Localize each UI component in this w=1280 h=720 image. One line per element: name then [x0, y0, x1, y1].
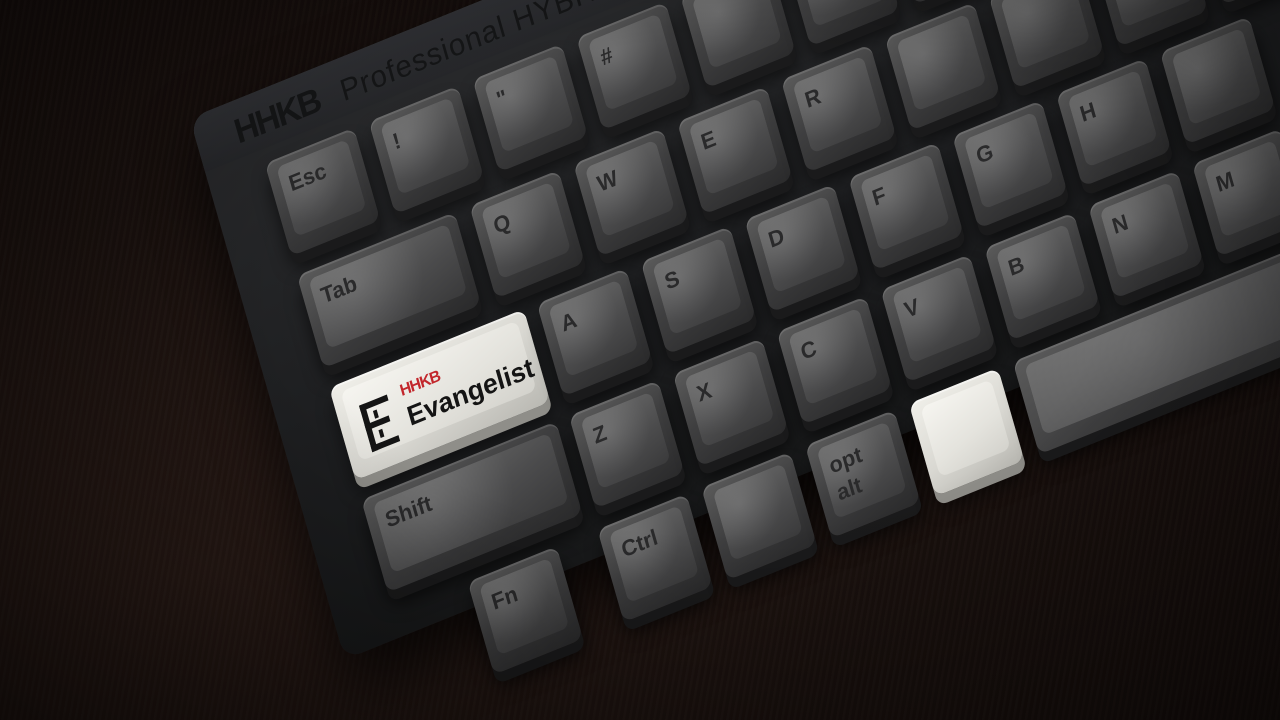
key-legend: Q — [490, 208, 514, 239]
key-legend: " — [493, 84, 511, 113]
key-legend: E — [698, 125, 719, 155]
key-legend: N — [1109, 208, 1131, 240]
keyboard: HHKB Professional HYBRID Esc ! " # Tab Q — [189, 0, 1280, 675]
key-legend: Esc — [285, 157, 330, 197]
key-legend: W — [594, 164, 621, 197]
key-legend: ! — [389, 127, 404, 155]
key-legend: V — [901, 293, 923, 323]
key-legend: Z — [589, 419, 610, 449]
key-legend: R — [801, 82, 824, 113]
key-legend: C — [797, 334, 820, 365]
key-legend-opt: opt — [826, 441, 865, 479]
key-legend: Fn — [488, 580, 521, 615]
key-legend: X — [693, 377, 715, 407]
evangelist-e-icon — [359, 394, 401, 453]
key-legend: H — [1077, 96, 1099, 127]
key-legend: Shift — [382, 490, 435, 533]
key-legend: D — [765, 222, 788, 253]
key-legend: S — [661, 265, 683, 295]
key-legend: M — [1213, 166, 1237, 198]
photo-scene: HHKB Professional HYBRID Esc ! " # Tab Q — [0, 0, 1280, 720]
key-legend: # — [597, 41, 616, 71]
key-legend: Tab — [317, 270, 360, 309]
key-legend: B — [1005, 250, 1028, 281]
key-legend: G — [973, 138, 997, 169]
key-legend: A — [557, 306, 580, 337]
key-legend: F — [869, 181, 889, 211]
key-legend: Ctrl — [618, 524, 661, 563]
